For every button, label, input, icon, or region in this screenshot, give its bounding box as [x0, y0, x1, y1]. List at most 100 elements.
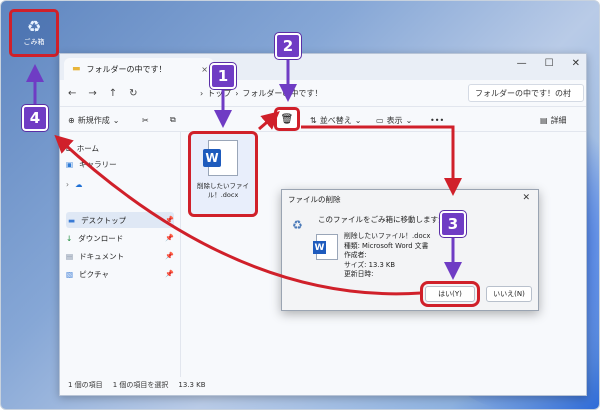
word-document-icon: W [313, 234, 338, 260]
chevron-down-icon: ⌄ [112, 115, 120, 125]
home-icon: ⌂ [66, 143, 71, 153]
breadcrumb-item[interactable]: フォルダーの中です！ [242, 88, 322, 99]
sidebar-item-label: ダウンロード [78, 233, 124, 243]
sidebar-item-downloads[interactable]: ↓ ダウンロード 📌 [66, 230, 174, 246]
recycle-bin-label: ごみ箱 [23, 38, 45, 46]
file-item-docx[interactable]: W 削除したいファイ ル！.docx [188, 131, 258, 217]
sidebar-item-pictures[interactable]: ▧ ピクチャ 📌 [66, 266, 174, 282]
sidebar-item-label: ホーム [76, 143, 100, 153]
chevron-down-icon: ⌄ [405, 115, 413, 125]
dialog-title: ファイルの削除 [288, 194, 341, 204]
tab-bar: ▬ フォルダーの中です！ × + — ☐ ✕ [60, 54, 586, 80]
chevron-right-icon: › [66, 179, 69, 189]
desktop: ♻ ごみ箱 ▬ フォルダーの中です！ × + — ☐ ✕ ← → ↑ ↻ › ト… [0, 0, 600, 410]
back-button[interactable]: ← [68, 88, 76, 99]
details-label: 詳細 [550, 115, 567, 125]
sidebar-item-label: デスクトップ [81, 215, 127, 225]
breadcrumb-sep: › [200, 88, 204, 98]
tab-title: フォルダーの中です！ [86, 64, 167, 74]
delete-button[interactable]: 🗑 [274, 107, 300, 131]
copy-button[interactable]: ⧉ [170, 112, 176, 128]
onedrive-icon: ☁ [75, 179, 83, 189]
address-bar: ← → ↑ ↻ › トップ › フォルダーの中です！ フォルダーの中です！の村 [60, 80, 586, 106]
search-input[interactable]: フォルダーの中です！の村 [468, 84, 584, 102]
sort-label: 並べ替え [319, 115, 352, 125]
refresh-button[interactable]: ↻ [129, 88, 137, 99]
view-label: 表示 [386, 115, 403, 125]
up-button[interactable]: ↑ [109, 88, 117, 99]
item-count: 1 個の項目 [68, 381, 103, 389]
sidebar-item-desktop[interactable]: ▬ デスクトップ 📌 [66, 212, 174, 228]
forward-button[interactable]: → [88, 88, 96, 99]
step-marker-3: 3 [440, 211, 466, 237]
file-info-size: サイズ: 13.3 KB [344, 260, 396, 269]
pin-icon[interactable]: 📌 [165, 270, 174, 278]
pin-icon[interactable]: 📌 [165, 252, 174, 260]
scissors-icon: ✂ [142, 115, 149, 125]
plus-circle-icon: ⊕ [68, 115, 75, 125]
download-icon: ↓ [66, 233, 73, 243]
minimize-button[interactable]: — [517, 58, 527, 69]
file-info-modified: 更新日時: [344, 270, 374, 278]
command-bar: ⊕ 新規作成 ⌄ ✂ ⧉ ⇅ 並べ替え ⌄ ▭ 表示 ⌄ ••• ▤ 詳細 [60, 106, 586, 132]
new-button-label: 新規作成 [77, 115, 110, 125]
file-info-author: 作成者: [344, 251, 367, 259]
view-icon: ▭ [376, 115, 384, 125]
navigation-pane: ⌂ ホーム ▣ ギャラリー › ☁ ▬ デスクトップ 📌 ↓ ダウンロード 📌 [60, 132, 180, 377]
chevron-down-icon: ⌄ [354, 115, 362, 125]
details-pane-icon: ▤ [540, 115, 548, 125]
selected-count: 1 個の項目を選択 [112, 381, 169, 389]
recycle-bin-icon: ♻ [26, 17, 42, 36]
breadcrumb-item[interactable]: トップ [207, 88, 231, 99]
pin-icon[interactable]: 📌 [165, 234, 174, 242]
close-window-button[interactable]: ✕ [572, 58, 580, 69]
sidebar-item-home[interactable]: ⌂ ホーム [66, 140, 174, 156]
sidebar-item-label: ギャラリー [79, 159, 117, 169]
step-marker-4: 4 [22, 105, 48, 131]
more-icon: ••• [430, 115, 445, 125]
yes-button[interactable]: はい(Y) [420, 281, 480, 307]
sidebar-item-label: ピクチャ [79, 269, 110, 279]
new-button[interactable]: ⊕ 新規作成 ⌄ [68, 112, 119, 128]
copy-icon: ⧉ [170, 115, 176, 124]
no-button[interactable]: いいえ(N) [486, 286, 532, 302]
breadcrumb-sep: › [235, 88, 239, 98]
tab-close-button[interactable]: × [201, 65, 208, 74]
dialog-question: このファイルをごみ箱に移動しますか? [318, 215, 450, 224]
dialog-close-button[interactable]: ✕ [522, 193, 530, 203]
word-document-icon: W [203, 140, 238, 176]
step-marker-2: 2 [275, 33, 301, 59]
recycle-bin-desktop-icon[interactable]: ♻ ごみ箱 [9, 9, 59, 57]
tab-folder[interactable]: ▬ フォルダーの中です！ × [64, 58, 214, 80]
search-placeholder: フォルダーの中です！の村 [475, 88, 571, 98]
status-bar: 1 個の項目 1 個の項目を選択 13.3 KB [60, 375, 586, 395]
trash-icon: 🗑 [280, 113, 294, 125]
folder-icon: ▬ [72, 64, 81, 74]
gallery-icon: ▣ [66, 159, 74, 169]
desktop-folder-icon: ▬ [68, 215, 76, 225]
sidebar-item-onedrive[interactable]: › ☁ [66, 176, 174, 192]
recycle-icon: ♻ [292, 218, 303, 232]
sort-button[interactable]: ⇅ 並べ替え ⌄ [310, 112, 361, 128]
sort-icon: ⇅ [310, 115, 317, 125]
details-button[interactable]: ▤ 詳細 [540, 112, 567, 128]
sidebar-item-documents[interactable]: ▤ ドキュメント 📌 [66, 248, 174, 264]
pin-icon[interactable]: 📌 [165, 216, 174, 224]
sidebar-item-label: ドキュメント [79, 251, 125, 261]
file-info-name: 削除したいファイル！.docx [344, 232, 431, 240]
sidebar-item-gallery[interactable]: ▣ ギャラリー [66, 156, 174, 172]
step-marker-1: 1 [210, 63, 236, 89]
file-info-type: 種類: Microsoft Word 文書 [344, 241, 429, 250]
view-button[interactable]: ▭ 表示 ⌄ [376, 112, 412, 128]
maximize-button[interactable]: ☐ [545, 58, 554, 69]
selected-size: 13.3 KB [178, 381, 206, 389]
file-name: 削除したいファイ ル！.docx [197, 182, 249, 199]
breadcrumb[interactable]: › トップ › フォルダーの中です！ [200, 84, 460, 102]
documents-icon: ▤ [66, 251, 74, 261]
file-info: 削除したいファイル！.docx 種類: Microsoft Word 文書 作成… [344, 232, 430, 280]
pictures-icon: ▧ [66, 269, 74, 279]
cut-button[interactable]: ✂ [142, 112, 149, 128]
more-button[interactable]: ••• [430, 112, 444, 128]
pane-divider[interactable] [180, 132, 181, 377]
delete-file-dialog: ファイルの削除 ✕ ♻ このファイルをごみ箱に移動しますか? W 削除したいファ… [281, 189, 539, 311]
